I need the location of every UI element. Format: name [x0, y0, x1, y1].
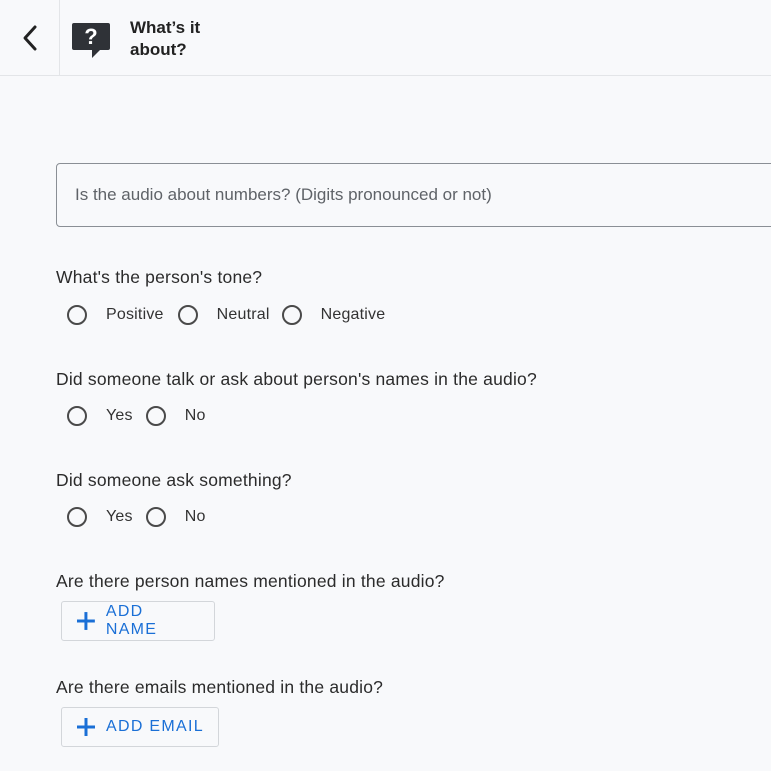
radio-circle[interactable] [145, 507, 166, 527]
names-talk-radio-group: Yes No [67, 403, 215, 429]
top-bar: ? What’s it about? [0, 0, 771, 76]
tone-radio-group: Positive Neutral Negative [67, 302, 394, 328]
radio-label: Negative [320, 306, 386, 323]
radio-label: No [184, 407, 206, 424]
add-email-button[interactable]: ADD EMAIL [61, 707, 219, 747]
radio-label: Yes [106, 508, 133, 525]
radio-circle[interactable] [177, 305, 198, 325]
add-name-label: ADD NAME [105, 603, 158, 638]
ask-something-radio-group: Yes No [67, 504, 215, 530]
names-talk-option-no[interactable]: No [145, 406, 206, 426]
emails-question: Are there emails mentioned in the audio? [56, 677, 384, 697]
ask-something-option-yes[interactable]: Yes [67, 507, 133, 527]
plus-icon [77, 718, 95, 736]
audio-numbers-input[interactable] [56, 163, 771, 227]
person-names-question: Are there person names mentioned in the … [56, 571, 445, 591]
svg-text:?: ? [84, 24, 97, 49]
radio-circle[interactable] [67, 406, 87, 426]
radio-label: No [184, 508, 206, 525]
radio-label: Yes [106, 407, 133, 424]
back-button[interactable] [0, 0, 60, 75]
radio-circle[interactable] [281, 305, 302, 325]
add-email-label: ADD EMAIL [106, 718, 204, 735]
radio-circle[interactable] [67, 305, 87, 325]
plus-icon [76, 612, 95, 630]
names-talk-option-yes[interactable]: Yes [67, 406, 133, 426]
radio-circle[interactable] [145, 406, 166, 426]
tone-option-negative[interactable]: Negative [281, 305, 386, 325]
tone-question: What's the person's tone? [56, 267, 263, 287]
names-talk-question: Did someone talk or ask about person's n… [56, 369, 537, 389]
ask-something-question: Did someone ask something? [56, 470, 292, 490]
radio-label: Positive [106, 306, 164, 323]
chevron-left-icon [23, 25, 36, 50]
tone-option-positive[interactable]: Positive [67, 305, 164, 325]
question-bubble-icon: ? [72, 23, 110, 58]
add-name-button[interactable]: ADD NAME [61, 601, 215, 641]
tone-option-neutral[interactable]: Neutral [177, 305, 270, 325]
ask-something-option-no[interactable]: No [145, 507, 206, 527]
radio-label: Neutral [216, 306, 270, 323]
page-title: What’s it about? [130, 18, 201, 59]
radio-circle[interactable] [67, 507, 87, 527]
